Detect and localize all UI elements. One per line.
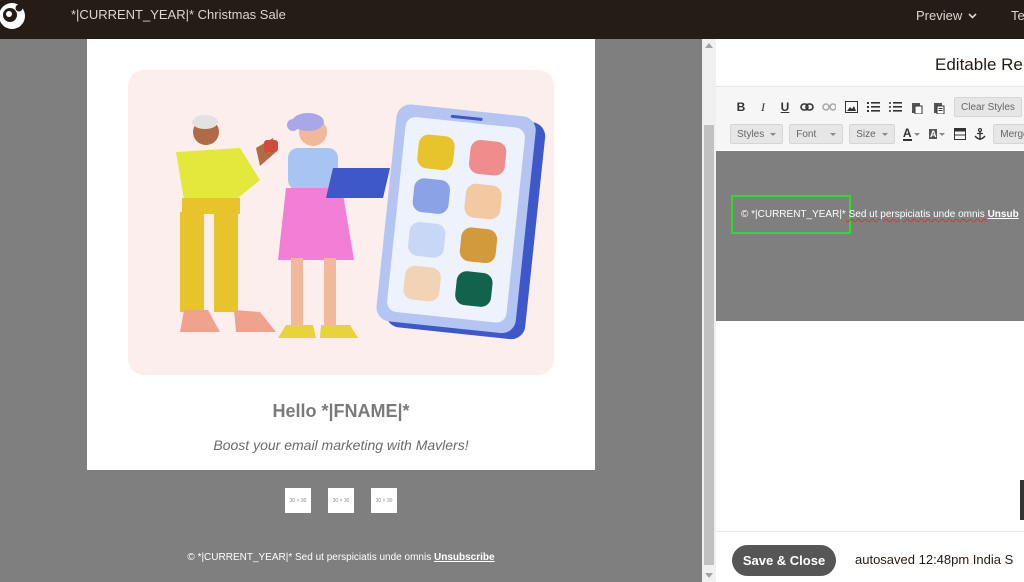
unlink-icon[interactable] bbox=[822, 99, 836, 115]
styles-label: Styles bbox=[737, 128, 765, 140]
email-content-card[interactable]: Hello *|FNAME|* Boost your email marketi… bbox=[87, 39, 595, 470]
table-icon[interactable] bbox=[953, 126, 967, 142]
social-icons-row: 30 × 30 30 × 30 30 × 30 bbox=[285, 488, 397, 513]
year-merge-tag[interactable]: © *|CURRENT_YEAR|* bbox=[741, 209, 846, 220]
footer-body-text: Sed ut perspiciatis unde omnis bbox=[845, 209, 988, 220]
caret-down-icon bbox=[882, 132, 889, 136]
rich-text-toolbar: B I U Clear Styles Styles Font Size A A … bbox=[716, 86, 1024, 150]
footer-copyright: © *|CURRENT_YEAR|* Sed ut perspiciatis u… bbox=[187, 552, 434, 563]
unsubscribe-link[interactable]: Unsubscribe bbox=[434, 552, 495, 563]
hero-illustration[interactable] bbox=[128, 70, 554, 375]
size-dropdown[interactable]: Size bbox=[849, 124, 896, 144]
email-tagline[interactable]: Boost your email marketing with Mavlers! bbox=[87, 437, 595, 453]
paste-text-icon[interactable] bbox=[932, 99, 946, 115]
social-icon-placeholder[interactable]: 30 × 30 bbox=[328, 488, 354, 513]
caret-down-icon bbox=[770, 132, 777, 136]
caret-down-icon bbox=[830, 132, 837, 136]
image-icon[interactable] bbox=[844, 99, 858, 115]
clear-styles-button[interactable]: Clear Styles bbox=[954, 97, 1022, 117]
email-greeting[interactable]: Hello *|FNAME|* bbox=[87, 401, 595, 422]
email-preview-pane: Hello *|FNAME|* Boost your email marketi… bbox=[0, 39, 702, 582]
content-edit-area[interactable]: © *|CURRENT_YEAR|* Sed ut perspiciatis u… bbox=[716, 151, 1024, 321]
font-label: Font bbox=[796, 128, 817, 140]
social-icon-placeholder[interactable]: 30 × 30 bbox=[285, 488, 311, 513]
unsubscribe-link[interactable]: Unsub bbox=[988, 209, 1019, 220]
save-close-button[interactable]: Save & Close bbox=[732, 545, 836, 576]
mailchimp-logo-icon[interactable] bbox=[0, 0, 30, 32]
editor-footer: Save & Close autosaved 12:48pm India S bbox=[716, 531, 1024, 582]
scroll-up-arrow-icon[interactable] bbox=[705, 43, 713, 48]
preview-scrollbar[interactable] bbox=[702, 39, 716, 582]
italic-icon[interactable]: I bbox=[756, 99, 770, 115]
numbered-list-icon[interactable] bbox=[866, 99, 880, 115]
editor-panel: Editable Re B I U Clear Styles Styles Fo… bbox=[716, 39, 1024, 582]
text-color-icon[interactable]: A bbox=[901, 126, 921, 142]
top-bar: *|CURRENT_YEAR|* Christmas Sale Preview … bbox=[0, 0, 1024, 39]
autosave-status: autosaved 12:48pm India S bbox=[855, 552, 1014, 567]
background-color-icon[interactable]: A bbox=[927, 126, 947, 142]
merge-tags-dropdown[interactable]: Merge bbox=[993, 124, 1024, 144]
campaign-title: *|CURRENT_YEAR|* Christmas Sale bbox=[71, 7, 286, 22]
email-footer[interactable]: © *|CURRENT_YEAR|* Sed ut perspiciatis u… bbox=[0, 552, 682, 563]
footer-editable-text[interactable]: © *|CURRENT_YEAR|* Sed ut perspiciatis u… bbox=[741, 209, 1019, 220]
social-icon-placeholder[interactable]: 30 × 30 bbox=[371, 488, 397, 513]
bold-icon[interactable]: B bbox=[734, 99, 748, 115]
bullet-list-icon[interactable] bbox=[888, 99, 902, 115]
styles-dropdown[interactable]: Styles bbox=[730, 124, 784, 144]
size-label: Size bbox=[856, 128, 876, 140]
underline-icon[interactable]: U bbox=[778, 99, 792, 115]
preview-menu-button[interactable]: Preview bbox=[916, 8, 977, 23]
editor-title: Editable Re bbox=[935, 55, 1023, 74]
link-icon[interactable] bbox=[800, 99, 814, 115]
font-dropdown[interactable]: Font bbox=[789, 124, 844, 144]
edge-indicator bbox=[1020, 480, 1024, 520]
preview-label: Preview bbox=[916, 8, 963, 23]
test-menu-button[interactable]: Te bbox=[1011, 8, 1024, 23]
chevron-down-icon bbox=[968, 12, 977, 19]
anchor-icon[interactable] bbox=[973, 126, 987, 142]
scroll-thumb[interactable] bbox=[704, 125, 714, 565]
scroll-down-arrow-icon[interactable] bbox=[705, 573, 713, 578]
paste-icon[interactable] bbox=[910, 99, 924, 115]
